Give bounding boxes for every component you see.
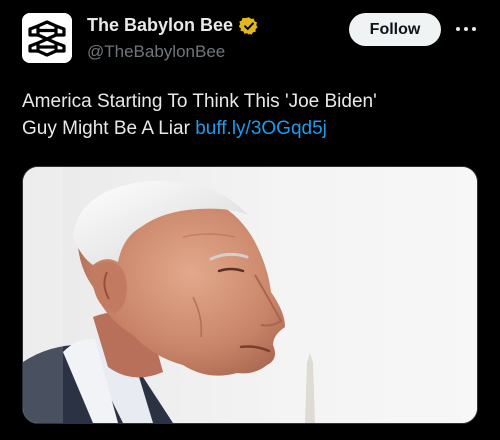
handle[interactable]: @TheBabylonBee (87, 42, 225, 62)
media-photo (23, 167, 477, 423)
avatar[interactable] (22, 13, 72, 63)
tweet-text: America Starting To Think This 'Joe Bide… (22, 88, 482, 142)
tweet-text-line1: America Starting To Think This 'Joe Bide… (22, 91, 377, 112)
tweet-text-line2-content: Guy Might Be A Liar (22, 118, 190, 139)
verified-badge-icon (239, 16, 258, 35)
tweet-link[interactable]: buff.ly/3OGqd5j (195, 118, 327, 139)
tweet-text-line2: Guy Might Be A Liar buff.ly/3OGqd5j (22, 115, 482, 142)
tweet: The Babylon Bee @TheBabylonBee Follow Am… (0, 0, 500, 440)
display-name[interactable]: The Babylon Bee (87, 15, 233, 36)
babylon-bee-logo-icon (22, 13, 72, 63)
more-dots-glyph (456, 27, 476, 31)
name-row: The Babylon Bee (87, 15, 259, 36)
more-horizontal-icon[interactable] (452, 19, 480, 39)
tweet-media-image[interactable] (22, 166, 478, 424)
follow-button[interactable]: Follow (349, 13, 441, 46)
